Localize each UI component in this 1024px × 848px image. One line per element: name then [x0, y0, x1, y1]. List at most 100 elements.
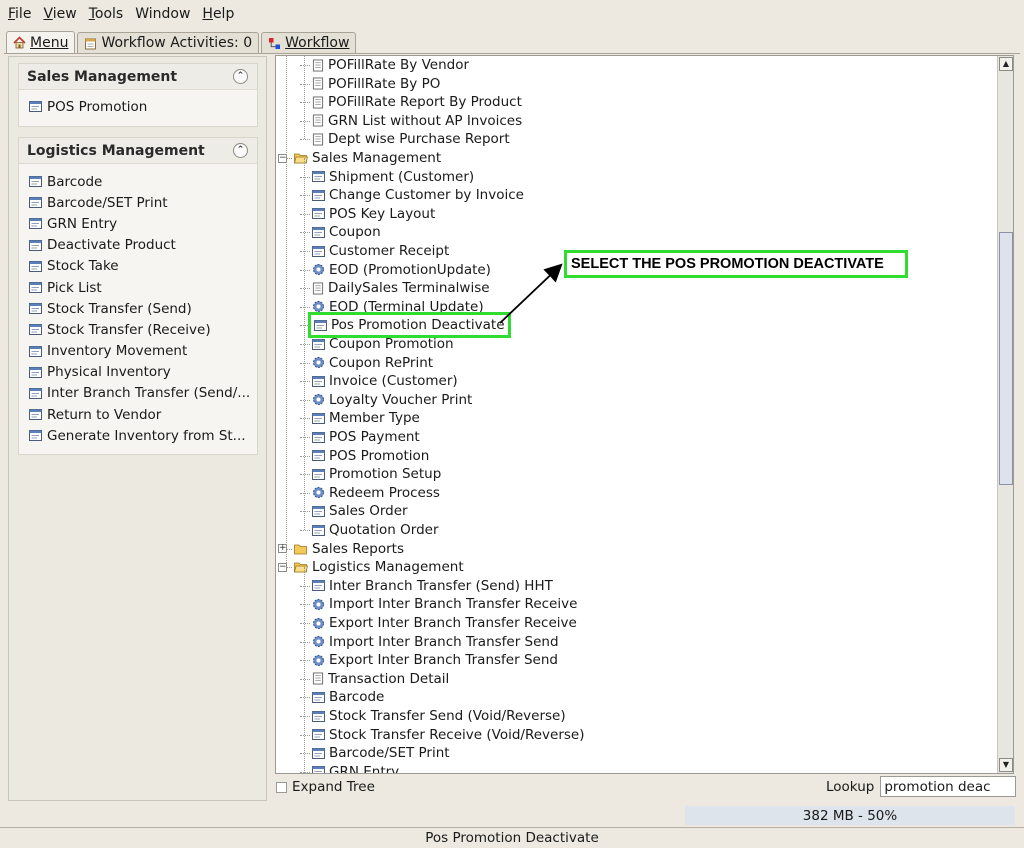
collapse-icon[interactable]: ⌃	[233, 69, 248, 84]
expand-tree-checkbox[interactable]	[276, 781, 287, 793]
memory-indicator[interactable]: 382 MB - 50%	[685, 806, 1015, 825]
collapse-icon[interactable]: ⌃	[233, 143, 248, 158]
tree-leaf-node[interactable]: Invoice (Customer)	[312, 372, 458, 390]
tree-node-label: Coupon Promotion	[329, 336, 454, 352]
logistics-shortcut-item[interactable]: Generate Inventory from St...	[29, 425, 257, 446]
tree-leaf-node[interactable]: Barcode/SET Print	[312, 744, 450, 762]
logistics-shortcut-item[interactable]: Return to Vendor	[29, 404, 257, 425]
sales-shortcut-item[interactable]: POS Promotion	[29, 96, 257, 117]
tree-leaf-node[interactable]: POS Payment	[312, 428, 420, 446]
scroll-thumb[interactable]	[999, 232, 1013, 485]
tree-leaf-node[interactable]: Coupon Promotion	[312, 335, 454, 353]
tree-leaf-node[interactable]: Change Customer by Invoice	[312, 186, 524, 204]
tree-leaf-node[interactable]: Barcode	[312, 688, 384, 706]
tree-connector	[300, 697, 310, 699]
tree-leaf-node[interactable]: DailySales Terminalwise	[312, 279, 490, 297]
logistics-shortcut-item[interactable]: Inventory Movement	[29, 341, 257, 362]
logistics-shortcut-item[interactable]: Stock Transfer (Send)	[29, 298, 257, 319]
process-gear-icon	[313, 636, 324, 648]
tree-leaf-node[interactable]: Dept wise Purchase Report	[312, 130, 510, 148]
tree-node-label: GRN List without AP Invoices	[328, 112, 523, 129]
logistics-shortcut-item-label: Return to Vendor	[47, 406, 162, 423]
tree-connector	[300, 381, 310, 383]
menu-view[interactable]: View	[39, 6, 84, 22]
logistics-shortcut-item[interactable]: Barcode	[29, 171, 257, 192]
tree-leaf-node[interactable]: Import Inter Branch Transfer Send	[312, 633, 559, 651]
tree-connector	[300, 753, 310, 755]
tree-leaf-node[interactable]: Stock Transfer Send (Void/Reverse)	[312, 707, 566, 725]
tree-leaf-node[interactable]: Coupon	[312, 223, 381, 241]
tree-folder-node[interactable]: Sales Reports	[294, 540, 404, 558]
menu-tools[interactable]: Tools	[85, 6, 132, 22]
logistics-shortcut-item[interactable]: Pick List	[29, 277, 257, 298]
tree-leaf-node[interactable]: Export Inter Branch Transfer Receive	[312, 614, 577, 632]
tree-node-label: GRN Entry	[329, 763, 400, 774]
tree-leaf-node[interactable]: Quotation Order	[312, 521, 439, 539]
tree-leaf-node[interactable]: Member Type	[312, 409, 420, 427]
tree-node-label: Loyalty Voucher Print	[329, 391, 473, 408]
logistics-shortcut-item[interactable]: GRN Entry	[29, 213, 257, 234]
logistics-shortcut-item[interactable]: Barcode/SET Print	[29, 192, 257, 213]
tree-node-label: Export Inter Branch Transfer Receive	[329, 615, 577, 631]
tree-leaf-node[interactable]: POS Key Layout	[312, 205, 435, 223]
window-icon	[312, 375, 325, 387]
tree-node-label: Change Customer by Invoice	[329, 187, 524, 204]
tree-leaf-node[interactable]: GRN Entry	[312, 763, 400, 774]
menu-window[interactable]: Window	[131, 6, 198, 22]
process-gear-icon	[313, 654, 324, 666]
tree-leaf-node[interactable]: Coupon RePrint	[312, 354, 433, 372]
logistics-shortcut-item[interactable]: Stock Take	[29, 256, 257, 277]
tree-leaf-node[interactable]: Promotion Setup	[312, 465, 441, 483]
menu-file[interactable]: File	[4, 6, 39, 22]
tree-leaf-node[interactable]: Export Inter Branch Transfer Send	[312, 651, 558, 669]
tree-leaf-node[interactable]: Redeem Process	[312, 484, 440, 502]
tree-leaf-node[interactable]: Transaction Detail	[312, 670, 449, 688]
tree-leaf-node[interactable]: Loyalty Voucher Print	[312, 391, 472, 409]
tree-leaf-node[interactable]: POFillRate Report By Product	[312, 93, 522, 111]
process-gear-icon	[313, 598, 324, 610]
logistics-shortcut-item[interactable]: Stock Transfer (Receive)	[29, 319, 257, 340]
tree-node-label: Logistics Management	[312, 559, 464, 576]
logistics-shortcut-item[interactable]: Deactivate Product	[29, 235, 257, 256]
tree-leaf-node-selected[interactable]: Pos Promotion Deactivate	[308, 312, 511, 339]
tree-node-label: Promotion Setup	[329, 466, 442, 483]
tree-leaf-node[interactable]: Stock Transfer Receive (Void/Reverse)	[312, 726, 585, 744]
tree-node-label: Barcode	[329, 689, 385, 706]
tree-folder-node[interactable]: Logistics Management	[294, 558, 464, 576]
expand-tree-option[interactable]: Expand Tree	[276, 779, 375, 795]
tab-workflow-activities[interactable]: Workflow Activities: 0	[77, 32, 260, 53]
tree-connector	[300, 102, 310, 104]
menu-help[interactable]: Help	[198, 6, 242, 22]
tree-leaf-node[interactable]: POS Promotion	[312, 447, 429, 465]
tree-connector	[300, 604, 310, 606]
vertical-scrollbar[interactable]: ▲ ▼	[997, 56, 1013, 773]
tab-workflow[interactable]: Workflow	[261, 32, 357, 53]
logistics-shortcut-item-label: Pick List	[47, 279, 102, 296]
tree-leaf-node[interactable]: Sales Order	[312, 502, 408, 520]
window-icon	[29, 239, 42, 251]
tree-leaf-node[interactable]: Import Inter Branch Transfer Receive	[312, 595, 577, 613]
tree-leaf-node[interactable]: POFillRate By Vendor	[312, 56, 469, 74]
scroll-up-button[interactable]: ▲	[999, 57, 1013, 71]
sales-management-header[interactable]: Sales Management ⌃	[19, 64, 257, 90]
tree-leaf-node[interactable]: GRN List without AP Invoices	[312, 112, 522, 130]
logistics-shortcut-item[interactable]: Physical Inventory	[29, 362, 257, 383]
tree-leaf-node[interactable]: Inter Branch Transfer (Send) HHT	[312, 577, 553, 595]
logistics-management-header[interactable]: Logistics Management ⌃	[19, 138, 257, 164]
lookup-input[interactable]	[880, 776, 1017, 797]
tree-leaf-node[interactable]: EOD (Terminal Update)	[312, 298, 484, 316]
tree-connector	[300, 65, 310, 66]
tree-node-label: Sales Management	[312, 150, 442, 166]
tree-leaf-node[interactable]: Customer Receipt	[312, 242, 449, 260]
sales-management-list: POS Promotion	[19, 90, 257, 121]
scroll-down-button[interactable]: ▼	[999, 758, 1013, 772]
tree-folder-node[interactable]: Sales Management	[294, 149, 441, 167]
logistics-shortcut-item[interactable]: Inter Branch Transfer (Send/...	[29, 383, 257, 404]
tab-menu[interactable]: Menu	[6, 31, 76, 53]
tree-leaf-node[interactable]: Shipment (Customer)	[312, 168, 474, 186]
tree-node-label: Member Type	[329, 410, 420, 427]
tree-node-label: Export Inter Branch Transfer Send	[329, 652, 558, 669]
status-text: Pos Promotion Deactivate	[425, 830, 599, 846]
tree-leaf-node[interactable]: POFillRate By PO	[312, 75, 440, 93]
tree-leaf-node[interactable]: EOD (PromotionUpdate)	[312, 261, 491, 279]
